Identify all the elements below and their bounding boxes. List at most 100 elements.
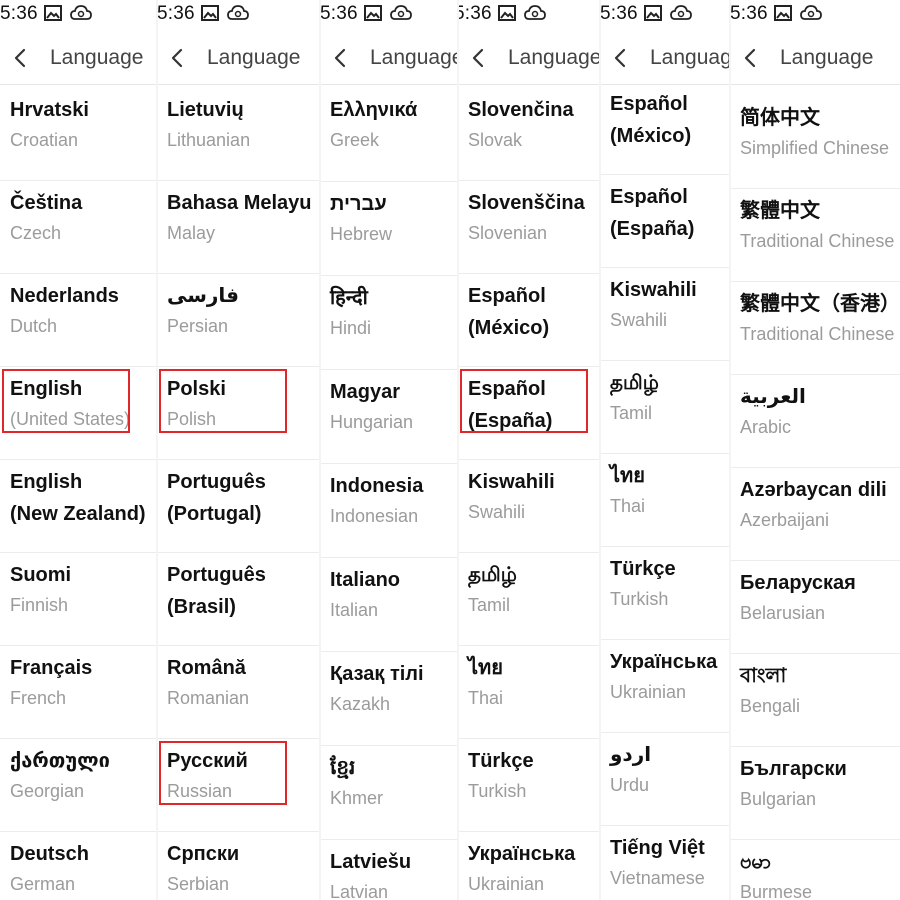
cloud-sync-icon — [226, 5, 249, 23]
language-option[interactable]: Slovenščina Slovenian — [458, 181, 600, 274]
language-option[interactable]: Tiếng Việt Vietnamese — [600, 826, 730, 900]
language-option[interactable]: 简体中文 Simplified Chinese — [730, 96, 900, 189]
language-native-region: (México) — [610, 125, 692, 147]
language-option[interactable]: Português (Portugal) — [157, 460, 320, 553]
language-option[interactable]: Latviešu Latvian — [320, 840, 458, 900]
status-time: 5:36 — [0, 3, 38, 24]
language-option[interactable]: Español (España) — [600, 175, 730, 268]
language-option[interactable]: Беларуская Belarusian — [730, 561, 900, 654]
language-native-name: Deutsch — [10, 843, 89, 865]
status-bar: 5:36 — [458, 0, 600, 28]
language-option[interactable]: 繁體中文 Traditional Chinese — [730, 189, 900, 282]
language-english-name: Belarusian — [740, 603, 826, 623]
language-native-name: Latviešu — [330, 851, 412, 873]
status-time: 5:36 — [600, 3, 638, 24]
page-title: Language — [50, 46, 144, 69]
status-bar: 5:36 — [600, 0, 730, 28]
language-option[interactable]: 繁體中文（香港） Traditional Chinese — [730, 282, 900, 375]
cloud-sync-icon — [389, 5, 412, 23]
language-option[interactable]: English (New Zealand) — [0, 460, 157, 553]
language-native-name: Français — [10, 657, 93, 679]
language-english-name: Simplified Chinese — [740, 138, 890, 158]
title-bar: Language — [730, 38, 900, 78]
back-arrow-icon[interactable] — [740, 47, 762, 69]
language-option[interactable]: Қазақ тілі Kazakh — [320, 652, 458, 746]
language-english-name: Lithuanian — [167, 130, 251, 150]
panel-separator — [156, 0, 158, 900]
language-option[interactable]: Čeština Czech — [0, 181, 157, 274]
title-bar: Language — [320, 38, 458, 78]
language-screen-3: 5:36 Language Ελληνικά Greek עברית Hebrew हिन्… — [320, 0, 458, 900]
language-option[interactable]: Türkçe Turkish — [458, 739, 600, 832]
language-option[interactable]: Italiano Italian — [320, 558, 458, 652]
image-icon — [200, 5, 221, 23]
language-english-name: Malay — [167, 223, 216, 243]
language-option[interactable]: Español (México) — [458, 274, 600, 367]
back-arrow-icon[interactable] — [330, 47, 352, 69]
language-option[interactable]: Türkçe Turkish — [600, 547, 730, 640]
language-english-name: Polish — [167, 409, 217, 429]
language-option[interactable]: Română Romanian — [157, 646, 320, 739]
language-option[interactable]: Српски Serbian — [157, 832, 320, 900]
language-option[interactable]: עברית Hebrew — [320, 182, 458, 276]
language-english-name: Urdu — [610, 775, 650, 795]
language-option[interactable]: Русский Russian — [157, 739, 320, 832]
back-arrow-icon[interactable] — [10, 47, 32, 69]
language-option[interactable]: ไทย Thai — [600, 454, 730, 547]
page-title: Language — [780, 46, 874, 69]
language-option[interactable]: Deutsch German — [0, 832, 157, 900]
language-native-name: Беларуская — [740, 572, 856, 594]
header-divider — [0, 84, 157, 85]
language-english-name: Georgian — [10, 781, 85, 801]
language-option[interactable]: Português (Brasil) — [157, 553, 320, 646]
language-native-name: Magyar — [330, 381, 401, 403]
language-english-name: Khmer — [330, 788, 384, 808]
status-time: 5:36 — [458, 3, 492, 24]
title-bar: Language — [600, 38, 730, 78]
language-option[interactable]: Українська Ukrainian — [458, 832, 600, 900]
language-option[interactable]: Kiswahili Swahili — [600, 268, 730, 361]
language-option[interactable]: தமிழ் Tamil — [458, 553, 600, 646]
language-option[interactable]: Indonesia Indonesian — [320, 464, 458, 558]
language-option[interactable]: ဗမာ Burmese — [730, 840, 900, 900]
back-arrow-icon[interactable] — [468, 47, 490, 69]
language-option[interactable]: Suomi Finnish — [0, 553, 157, 646]
language-option[interactable]: English (United States) — [0, 367, 157, 460]
language-english-name: Burmese — [740, 882, 813, 900]
language-option[interactable]: ქართული Georgian — [0, 739, 157, 832]
language-native-name: हिन्दी — [330, 287, 368, 309]
language-option[interactable]: اردو Urdu — [600, 733, 730, 826]
language-native-name: Română — [167, 657, 246, 679]
language-english-name: Serbian — [167, 874, 230, 894]
back-arrow-icon[interactable] — [167, 47, 189, 69]
language-option[interactable]: Українська Ukrainian — [600, 640, 730, 733]
language-option[interactable]: Slovenčina Slovak — [458, 88, 600, 181]
language-option[interactable]: Hrvatski Croatian — [0, 88, 157, 181]
language-option[interactable]: Bahasa Melayu Malay — [157, 181, 320, 274]
language-option[interactable]: Español (México) — [600, 82, 730, 175]
language-option[interactable]: Nederlands Dutch — [0, 274, 157, 367]
language-option[interactable]: Ελληνικά Greek — [320, 88, 458, 182]
language-option[interactable]: Français French — [0, 646, 157, 739]
language-option[interactable]: हिन्दी Hindi — [320, 276, 458, 370]
language-option[interactable]: العربية Arabic — [730, 375, 900, 468]
language-option[interactable]: Magyar Hungarian — [320, 370, 458, 464]
language-option[interactable]: Български Bulgarian — [730, 747, 900, 840]
language-native-name: தமிழ் — [468, 564, 517, 586]
panel-separator — [457, 0, 459, 900]
language-option[interactable]: Kiswahili Swahili — [458, 460, 600, 553]
language-english-name: Thai — [610, 496, 646, 516]
language-option[interactable]: ไทย Thai — [458, 646, 600, 739]
status-bar: 5:36 — [320, 0, 458, 28]
language-option[interactable]: Polski Polish — [157, 367, 320, 460]
language-option[interactable]: فارسی Persian — [157, 274, 320, 367]
language-option[interactable]: Lietuvių Lithuanian — [157, 88, 320, 181]
language-option[interactable]: Español (España) — [458, 367, 600, 460]
language-option[interactable]: বাংলা Bengali — [730, 654, 900, 747]
language-option[interactable]: Azərbaycan dili Azerbaijani — [730, 468, 900, 561]
language-native-name: Hrvatski — [10, 99, 89, 121]
language-option[interactable]: ខ្មែរ Khmer — [320, 746, 458, 840]
language-option[interactable]: தமிழ் Tamil — [600, 361, 730, 454]
back-arrow-icon[interactable] — [610, 47, 632, 69]
language-native-region: (Brasil) — [167, 596, 236, 618]
